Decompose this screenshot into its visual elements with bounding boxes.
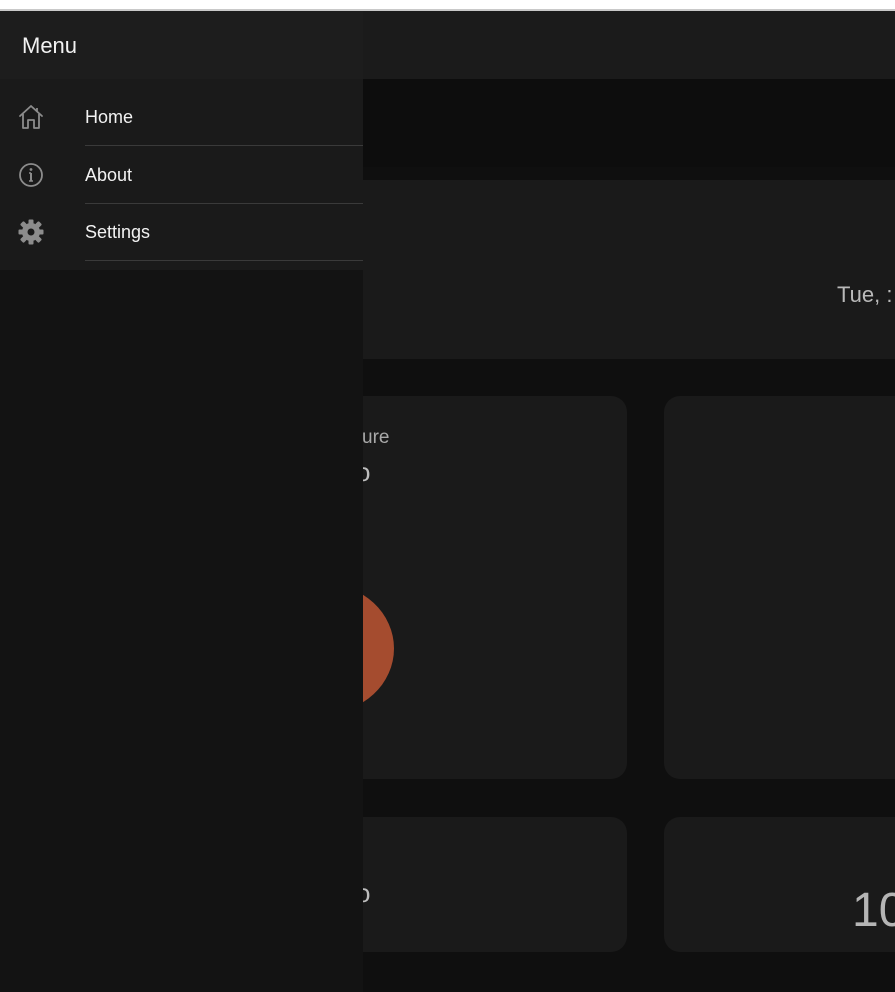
info-icon <box>17 161 45 189</box>
big-number-value: 10 <box>852 884 895 937</box>
drawer-title: Menu <box>22 33 78 58</box>
menu-item-about-label: About <box>85 165 133 185</box>
temperature-card-label: ure <box>362 427 390 448</box>
menu-divider <box>85 260 363 261</box>
right-card[interactable] <box>664 396 895 779</box>
menu-item-home[interactable]: Home <box>0 89 363 146</box>
menu-item-settings[interactable]: Settings <box>0 204 363 261</box>
menu-item-settings-label: Settings <box>85 222 151 242</box>
menu-divider <box>85 145 363 146</box>
date-text: Tue, : <box>837 282 893 307</box>
home-icon <box>17 103 45 131</box>
menu-item-home-label: Home <box>85 107 134 127</box>
drawer-menu-list: Home About Settings <box>0 79 363 270</box>
drawer-header: Menu <box>0 11 363 79</box>
browser-top-edge <box>0 0 895 11</box>
navigation-drawer: Menu Home About Settings <box>0 11 363 992</box>
menu-item-about[interactable]: About <box>0 147 363 204</box>
gear-icon <box>17 218 45 246</box>
